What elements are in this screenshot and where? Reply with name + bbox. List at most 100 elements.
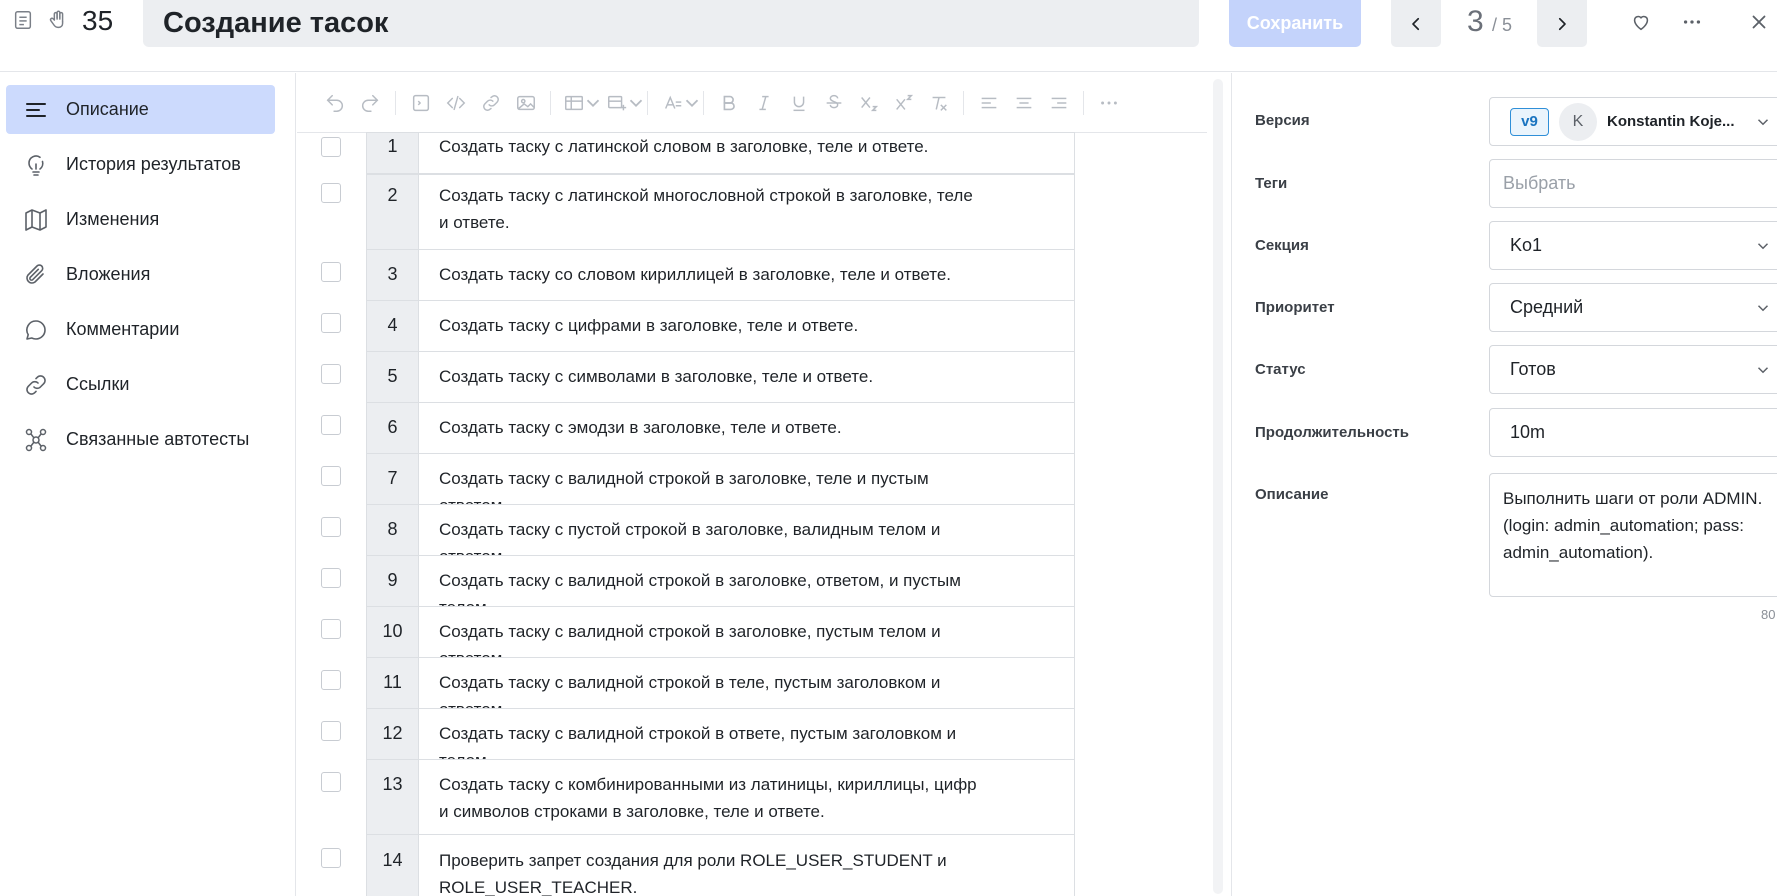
step-number: 3 [366, 249, 418, 301]
underline-icon[interactable] [788, 92, 810, 114]
step-checkbox[interactable] [321, 772, 341, 792]
step-checkbox[interactable] [321, 137, 341, 157]
status-value: Готов [1510, 359, 1556, 379]
tags-placeholder: Выбрать [1503, 173, 1576, 193]
sidebar-item-changes[interactable]: Изменения [6, 195, 275, 244]
sidebar-item-label: Вложения [66, 264, 151, 284]
clear-format-icon[interactable] [928, 92, 950, 114]
step-number: 1 [366, 132, 418, 174]
code-block-icon[interactable] [410, 92, 432, 114]
step-text[interactable]: Создать таску с валидной строкой в теле,… [418, 657, 1075, 719]
version-badge: v9 [1510, 107, 1549, 136]
step-checkbox[interactable] [321, 313, 341, 333]
toolbar-divider [1083, 91, 1084, 115]
align-right-icon[interactable] [1048, 92, 1070, 114]
step-text[interactable]: Создать таску с символами в заголовке, т… [418, 351, 1075, 403]
step-number: 10 [366, 606, 418, 658]
duration-value: 10m [1510, 422, 1546, 442]
page-title[interactable]: Создание тасок [163, 6, 388, 40]
step-checkbox[interactable] [321, 619, 341, 639]
scrollbar[interactable] [1213, 79, 1223, 894]
redo-icon[interactable] [359, 92, 381, 114]
step-checkbox[interactable] [321, 415, 341, 435]
section-value: Ko1 [1510, 235, 1543, 255]
step-text[interactable]: Создать таску с валидной строкой в загол… [418, 555, 1075, 617]
step-checkbox[interactable] [321, 262, 341, 282]
chevron-down-icon[interactable] [582, 92, 600, 114]
title-input[interactable]: Создание тасок [143, 0, 1199, 47]
heart-icon[interactable] [1630, 11, 1652, 33]
step-number: 4 [366, 300, 418, 352]
toolbar-divider [703, 91, 704, 115]
step-number: 5 [366, 351, 418, 403]
priority-select[interactable]: Средний [1489, 283, 1777, 332]
undo-icon[interactable] [324, 92, 346, 114]
step-text[interactable]: Создать таску со словом кириллицей в заг… [418, 249, 1075, 301]
more-icon[interactable] [1681, 11, 1703, 33]
save-button[interactable]: Сохранить [1229, 0, 1361, 47]
step-checkbox[interactable] [321, 568, 341, 588]
chevron-down-icon [1754, 361, 1772, 379]
close-icon[interactable] [1748, 11, 1768, 33]
bold-icon[interactable] [718, 92, 740, 114]
inline-code-icon[interactable] [445, 92, 467, 114]
lightbulb-icon [23, 152, 49, 178]
description-textarea[interactable]: Выполнить шаги от роли ADMIN. (login: ad… [1489, 473, 1777, 597]
steps-editor: 1 Создать таску с латинской словом в заг… [297, 73, 1231, 896]
sidebar-item-results-history[interactable]: История результатов [6, 140, 275, 189]
step-number: 6 [366, 402, 418, 454]
more-icon[interactable] [1098, 92, 1120, 114]
step-text[interactable]: Проверить запрет создания для роли ROLE_… [418, 834, 1075, 896]
sidebar-item-linked-autotests[interactable]: Связанные автотесты [6, 415, 275, 464]
step-text[interactable]: Создать таску с валидной строкой в ответ… [418, 708, 1075, 770]
tags-label: Теги [1255, 175, 1288, 192]
step-checkbox[interactable] [321, 183, 341, 203]
sidebar-item-description[interactable]: Описание [6, 85, 275, 134]
step-checkbox[interactable] [321, 364, 341, 384]
align-center-icon[interactable] [1013, 92, 1035, 114]
prev-button[interactable] [1391, 0, 1441, 47]
step-text[interactable]: Создать таску с эмодзи в заголовке, теле… [418, 402, 1075, 454]
image-icon[interactable] [515, 92, 537, 114]
sidebar-item-links[interactable]: Ссылки [6, 360, 275, 409]
link-icon[interactable] [480, 92, 502, 114]
step-number: 7 [366, 453, 418, 505]
document-icon[interactable] [12, 9, 34, 31]
step-text[interactable]: Создать таску с пустой строкой в заголов… [418, 504, 1075, 566]
step-text[interactable]: Создать таску с валидной строкой в загол… [418, 453, 1075, 515]
sidebar-item-attachments[interactable]: Вложения [6, 250, 275, 299]
subscript-icon[interactable] [858, 92, 880, 114]
sidebar-item-comments[interactable]: Комментарии [6, 305, 275, 354]
status-select[interactable]: Готов [1489, 345, 1777, 394]
step-text[interactable]: Создать таску с валидной строкой в загол… [418, 606, 1075, 668]
strikethrough-icon[interactable] [823, 92, 845, 114]
chevron-down-icon[interactable] [681, 92, 699, 114]
version-select[interactable]: v9 K Konstantin Koje... [1489, 97, 1777, 146]
step-text[interactable]: Создать таску с комбинированными из лати… [418, 759, 1075, 835]
chevron-down-icon [1754, 299, 1772, 317]
step-text[interactable]: Создать таску с латинской многословной с… [418, 174, 1075, 250]
section-select[interactable]: Ko1 [1489, 221, 1777, 270]
step-checkbox[interactable] [321, 721, 341, 741]
align-left-icon[interactable] [978, 92, 1000, 114]
duration-input[interactable]: 10m [1489, 408, 1777, 457]
chevron-down-icon[interactable] [625, 92, 643, 114]
step-checkbox[interactable] [321, 466, 341, 486]
step-text[interactable]: Создать таску с цифрами в заголовке, тел… [418, 300, 1075, 352]
step-text[interactable]: Создать таску с латинской словом в загол… [418, 132, 1075, 174]
next-button[interactable] [1537, 0, 1587, 47]
paperclip-icon [23, 262, 49, 288]
pager-current: 3 [1467, 5, 1484, 38]
step-number: 11 [366, 657, 418, 709]
sidebar-item-label: Комментарии [66, 319, 180, 339]
step-checkbox[interactable] [321, 848, 341, 868]
task-number: 35 [82, 5, 114, 36]
step-checkbox[interactable] [321, 517, 341, 537]
superscript-icon[interactable] [893, 92, 915, 114]
hand-icon[interactable] [47, 9, 69, 31]
sidebar-item-label: История результатов [66, 154, 241, 174]
step-checkbox[interactable] [321, 670, 341, 690]
tags-select[interactable]: Выбрать [1489, 159, 1777, 208]
editor-toolbar [297, 73, 1207, 133]
italic-icon[interactable] [753, 92, 775, 114]
